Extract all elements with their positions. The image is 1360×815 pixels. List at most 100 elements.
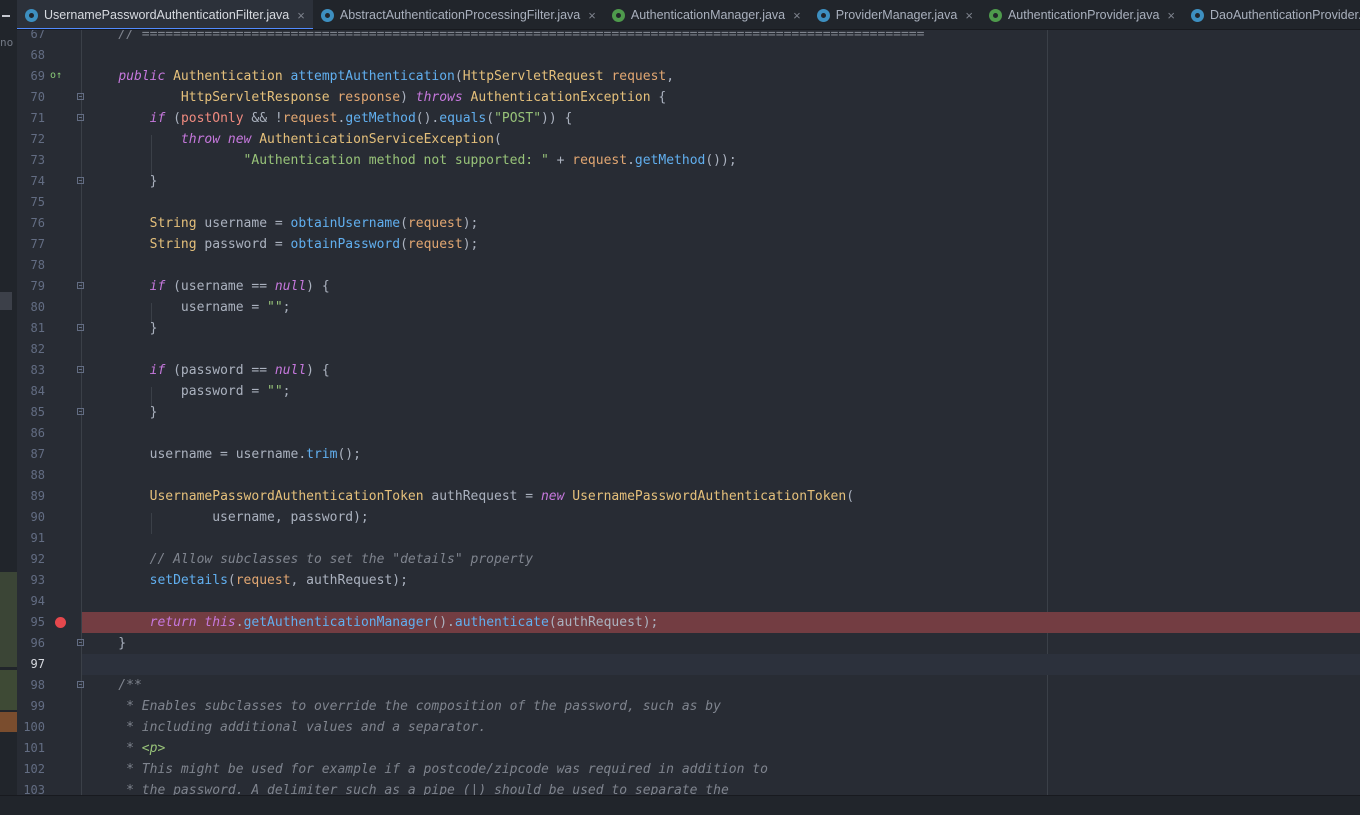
code-line[interactable]: 72 throw new AuthenticationServiceExcept… bbox=[17, 129, 1360, 150]
line-number[interactable]: 86 bbox=[17, 423, 45, 444]
line-number[interactable]: 83 bbox=[17, 360, 45, 381]
override-method-icon[interactable]: o↑ bbox=[50, 70, 62, 82]
code-line[interactable]: 81 } bbox=[17, 318, 1360, 339]
code-line[interactable]: 80 username = ""; bbox=[17, 297, 1360, 318]
close-tab-icon[interactable]: × bbox=[588, 8, 596, 23]
fold-toggle-icon[interactable] bbox=[77, 639, 84, 646]
line-number[interactable]: 101 bbox=[17, 738, 45, 759]
close-tab-icon[interactable]: × bbox=[297, 8, 305, 23]
code-line[interactable]: 101 * <p> bbox=[17, 738, 1360, 759]
close-tab-icon[interactable]: × bbox=[793, 8, 801, 23]
fold-toggle-icon[interactable] bbox=[77, 93, 84, 100]
line-number[interactable]: 87 bbox=[17, 444, 45, 465]
line-number[interactable]: 95 bbox=[17, 612, 45, 633]
line-number[interactable]: 103 bbox=[17, 780, 45, 795]
code-line[interactable]: 97 bbox=[17, 654, 1360, 675]
line-number[interactable]: 76 bbox=[17, 213, 45, 234]
line-number[interactable]: 69 bbox=[17, 66, 45, 87]
code-line[interactable]: 91 bbox=[17, 528, 1360, 549]
line-number[interactable]: 71 bbox=[17, 108, 45, 129]
code-line[interactable]: 100 * including additional values and a … bbox=[17, 717, 1360, 738]
code-line[interactable]: 99 * Enables subclasses to override the … bbox=[17, 696, 1360, 717]
line-number[interactable]: 67 bbox=[17, 30, 45, 45]
code-line[interactable]: 78 bbox=[17, 255, 1360, 276]
code-line[interactable]: 102 * This might be used for example if … bbox=[17, 759, 1360, 780]
line-number[interactable]: 75 bbox=[17, 192, 45, 213]
close-tab-icon[interactable]: × bbox=[965, 8, 973, 23]
code-line[interactable]: 93 setDetails(request, authRequest); bbox=[17, 570, 1360, 591]
line-number[interactable]: 78 bbox=[17, 255, 45, 276]
line-number[interactable]: 85 bbox=[17, 402, 45, 423]
code-line[interactable]: 77 String password = obtainPassword(requ… bbox=[17, 234, 1360, 255]
code-line[interactable]: 74 } bbox=[17, 171, 1360, 192]
code-line[interactable]: 68 bbox=[17, 45, 1360, 66]
tab-daoauthenticationprovider[interactable]: DaoAuthenticationProvider.java bbox=[1183, 0, 1360, 29]
line-number[interactable]: 79 bbox=[17, 276, 45, 297]
line-number[interactable]: 82 bbox=[17, 339, 45, 360]
line-number[interactable]: 98 bbox=[17, 675, 45, 696]
minimize-icon[interactable] bbox=[2, 15, 10, 17]
code-line[interactable]: 88 bbox=[17, 465, 1360, 486]
code-line[interactable]: 92 // Allow subclasses to set the "detai… bbox=[17, 549, 1360, 570]
fold-toggle-icon[interactable] bbox=[77, 681, 84, 688]
line-number[interactable]: 72 bbox=[17, 129, 45, 150]
code-editor[interactable]: 67 // ==================================… bbox=[17, 30, 1360, 795]
line-number[interactable]: 102 bbox=[17, 759, 45, 780]
code-line[interactable]: 67 // ==================================… bbox=[17, 30, 1360, 45]
line-number[interactable]: 97 bbox=[17, 654, 45, 675]
code-line[interactable]: 85 } bbox=[17, 402, 1360, 423]
code-line[interactable]: 83 if (password == null) { bbox=[17, 360, 1360, 381]
code-line[interactable]: 84 password = ""; bbox=[17, 381, 1360, 402]
line-number[interactable]: 81 bbox=[17, 318, 45, 339]
line-number[interactable]: 68 bbox=[17, 45, 45, 66]
line-number[interactable]: 88 bbox=[17, 465, 45, 486]
line-number[interactable]: 94 bbox=[17, 591, 45, 612]
line-number[interactable]: 70 bbox=[17, 87, 45, 108]
line-number[interactable]: 90 bbox=[17, 507, 45, 528]
fold-toggle-icon[interactable] bbox=[77, 366, 84, 373]
code-line[interactable]: 103 * the password. A delimiter such as … bbox=[17, 780, 1360, 795]
line-number[interactable]: 77 bbox=[17, 234, 45, 255]
code-line[interactable]: 90 username, password); bbox=[17, 507, 1360, 528]
tab-abstractauthenticationprocessingfilter[interactable]: AbstractAuthenticationProcessingFilter.j… bbox=[313, 0, 604, 29]
code-token: ( bbox=[400, 216, 408, 231]
line-number[interactable]: 100 bbox=[17, 717, 45, 738]
breakpoint-icon[interactable] bbox=[55, 617, 66, 628]
line-number[interactable]: 89 bbox=[17, 486, 45, 507]
tab-usernamepasswordauthenticationfilter[interactable]: UsernamePasswordAuthenticationFilter.jav… bbox=[17, 0, 313, 29]
code-line[interactable]: 87 username = username.trim(); bbox=[17, 444, 1360, 465]
tab-providermanager[interactable]: ProviderManager.java × bbox=[809, 0, 981, 29]
line-number[interactable]: 84 bbox=[17, 381, 45, 402]
code-line[interactable]: 75 bbox=[17, 192, 1360, 213]
fold-toggle-icon[interactable] bbox=[77, 282, 84, 289]
line-number[interactable]: 96 bbox=[17, 633, 45, 654]
close-tab-icon[interactable]: × bbox=[1167, 8, 1175, 23]
code-line[interactable]: 82 bbox=[17, 339, 1360, 360]
fold-toggle-icon[interactable] bbox=[77, 177, 84, 184]
code-line[interactable]: 96 } bbox=[17, 633, 1360, 654]
code-line[interactable]: 69 o↑ public Authentication attemptAuthen… bbox=[17, 66, 1360, 87]
code-line[interactable]: 89 UsernamePasswordAuthenticationToken a… bbox=[17, 486, 1360, 507]
code-line[interactable]: 73 "Authentication method not supported:… bbox=[17, 150, 1360, 171]
code-text: public Authentication attemptAuthenticat… bbox=[87, 66, 674, 87]
code-line[interactable]: 94 bbox=[17, 591, 1360, 612]
tab-authenticationmanager[interactable]: AuthenticationManager.java × bbox=[604, 0, 809, 29]
tab-authenticationprovider[interactable]: AuthenticationProvider.java × bbox=[981, 0, 1183, 29]
line-number[interactable]: 73 bbox=[17, 150, 45, 171]
line-number[interactable]: 80 bbox=[17, 297, 45, 318]
code-line[interactable]: 86 bbox=[17, 423, 1360, 444]
code-line[interactable]: 76 String username = obtainUsername(requ… bbox=[17, 213, 1360, 234]
code-line[interactable]: 71 if (postOnly && !request.getMethod().… bbox=[17, 108, 1360, 129]
fold-toggle-icon[interactable] bbox=[77, 324, 84, 331]
line-number[interactable]: 91 bbox=[17, 528, 45, 549]
fold-toggle-icon[interactable] bbox=[77, 114, 84, 121]
code-line[interactable]: 95 return this.getAuthenticationManager(… bbox=[17, 612, 1360, 633]
line-number[interactable]: 93 bbox=[17, 570, 45, 591]
line-number[interactable]: 99 bbox=[17, 696, 45, 717]
fold-toggle-icon[interactable] bbox=[77, 408, 84, 415]
line-number[interactable]: 74 bbox=[17, 171, 45, 192]
code-line[interactable]: 70 HttpServletResponse response) throws … bbox=[17, 87, 1360, 108]
line-number[interactable]: 92 bbox=[17, 549, 45, 570]
code-line[interactable]: 98 /** bbox=[17, 675, 1360, 696]
code-line[interactable]: 79 if (username == null) { bbox=[17, 276, 1360, 297]
